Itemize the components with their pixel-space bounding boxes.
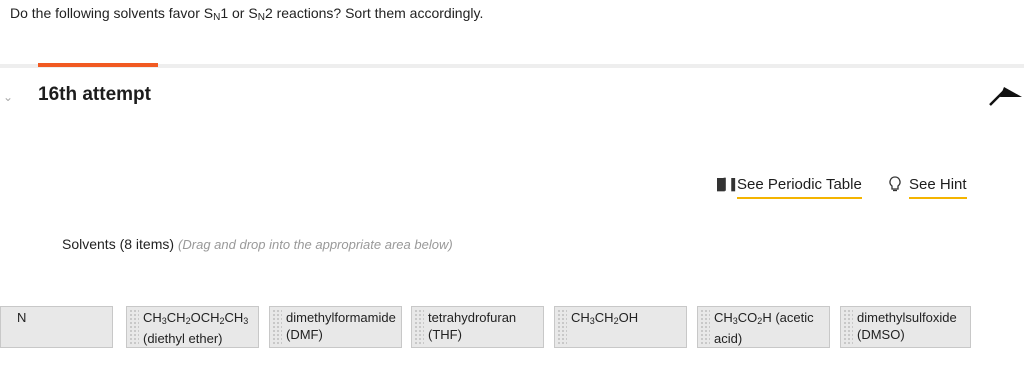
tab-accent-bar [38, 63, 158, 67]
bar-chart-icon: █▎▌ [717, 179, 739, 191]
see-periodic-table-link[interactable]: See Periodic Table [737, 176, 862, 199]
question-mid: 1 or S [220, 5, 258, 21]
draggable-item[interactable]: dimethylformamide (DMF) [269, 306, 402, 348]
drag-instructions: (Drag and drop into the appropriate area… [178, 237, 453, 252]
see-hint-link[interactable]: See Hint [909, 176, 967, 199]
lightbulb-icon [889, 176, 901, 196]
draggable-item[interactable]: N [0, 306, 113, 348]
chevron-down-icon[interactable]: ⌄ [3, 90, 13, 104]
draggable-item[interactable]: dimethylsulfoxide (DMSO) [840, 306, 971, 348]
draggable-item[interactable]: CH3CH2OH [554, 306, 687, 348]
question-text: Do the following solvents favor S N1 or S… [10, 5, 483, 23]
draggable-item[interactable]: CH3CO2H (acetic acid) [697, 306, 830, 348]
question-prefix: Do the following solvents favor S [10, 5, 214, 21]
draggable-item[interactable]: tetrahydrofuran (THF) [411, 306, 544, 348]
attempt-title: 16th attempt [38, 84, 151, 105]
solvents-heading: Solvents (8 items) (Drag and drop into th… [62, 236, 453, 252]
question-sub-2: N [257, 12, 265, 23]
draggable-item[interactable]: CH3CH2OCH2CH3 (diethyl ether) [126, 306, 259, 348]
solvents-count-label: Solvents (8 items) [62, 236, 175, 252]
question-suffix: 2 reactions? Sort them accordingly. [264, 5, 484, 21]
arrow-up-icon[interactable] [988, 85, 1024, 107]
